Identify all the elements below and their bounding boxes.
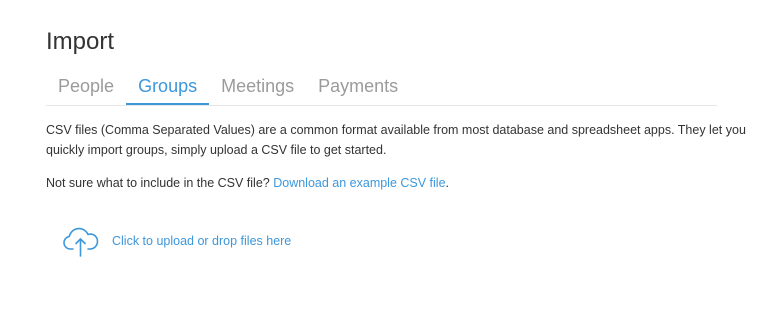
csv-hint-suffix: .: [445, 176, 450, 190]
tab-payments[interactable]: Payments: [306, 72, 410, 105]
upload-label: Click to upload or drop files here: [112, 234, 292, 248]
page-title: Import: [46, 28, 115, 55]
import-tabs: People Groups Meetings Payments: [46, 72, 717, 106]
csv-description: CSV files (Comma Separated Values) are a…: [46, 123, 746, 157]
csv-hint-text: Not sure what to include in the CSV file…: [46, 176, 270, 190]
tab-groups[interactable]: Groups: [126, 72, 210, 105]
upload-dropzone[interactable]: Click to upload or drop files here: [62, 224, 291, 258]
download-example-csv-link[interactable]: Download an example CSV file: [273, 176, 445, 190]
import-page: Import People Groups Meetings Payments C…: [0, 0, 763, 323]
cloud-upload-icon: [62, 224, 100, 258]
tab-people[interactable]: People: [46, 72, 126, 105]
tab-meetings[interactable]: Meetings: [209, 72, 306, 105]
csv-hint: Not sure what to include in the CSV file…: [46, 173, 449, 193]
